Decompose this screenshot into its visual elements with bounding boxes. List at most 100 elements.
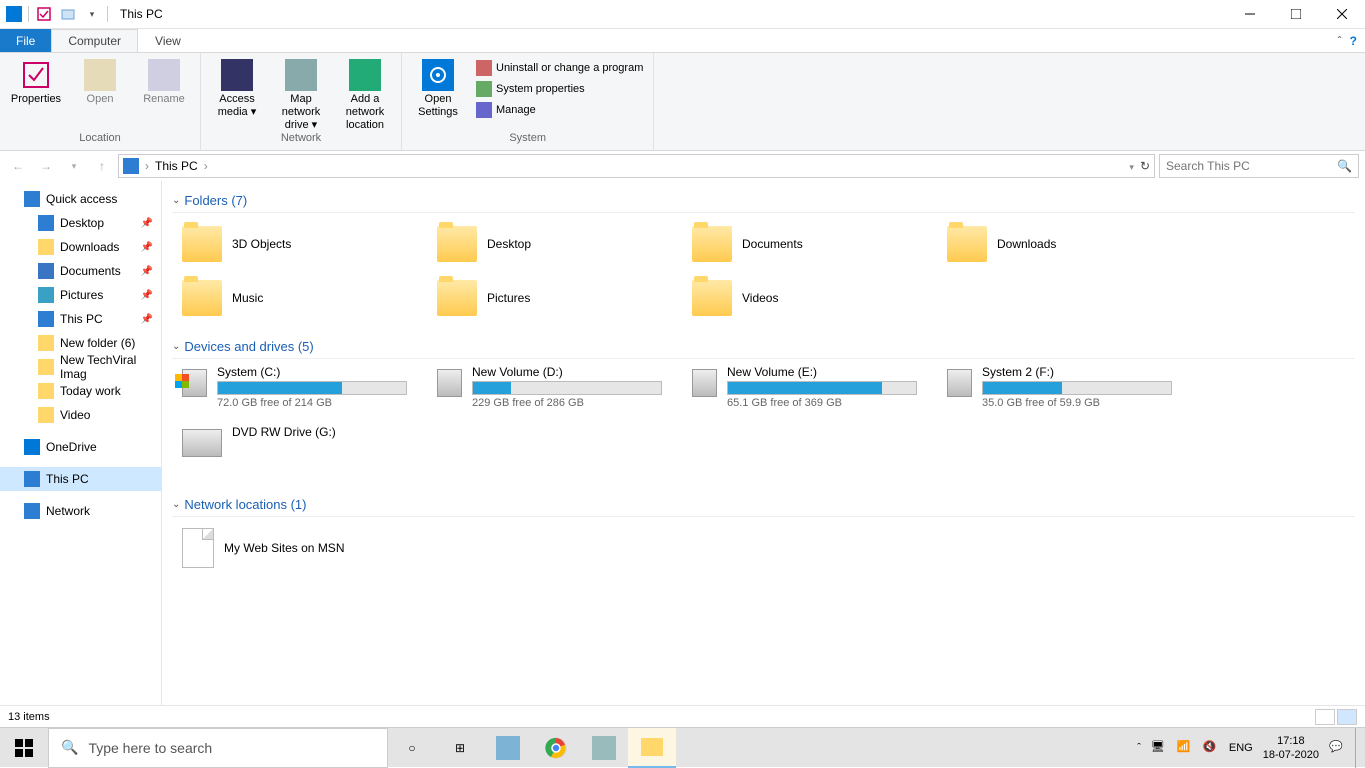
taskbar-chrome[interactable] <box>532 728 580 768</box>
tray-volume-icon[interactable]: 🔇 <box>1203 740 1219 756</box>
sidebar-pictures[interactable]: Pictures📌 <box>0 283 161 307</box>
cortana-button[interactable]: ○ <box>388 728 436 768</box>
qat-dropdown-icon[interactable]: ▾ <box>83 5 101 23</box>
window-title: This PC <box>120 7 163 21</box>
folder-icon <box>437 226 477 262</box>
sidebar-downloads[interactable]: Downloads📌 <box>0 235 161 259</box>
folder-item[interactable]: 3D Objects <box>172 219 427 269</box>
breadcrumb[interactable]: This PC <box>155 159 198 173</box>
uninstall-button[interactable]: Uninstall or change a program <box>472 59 647 77</box>
documents-icon <box>38 263 54 279</box>
address-dropdown-icon[interactable]: ▾ <box>1129 162 1134 172</box>
open-button[interactable]: Open <box>70 55 130 132</box>
up-button[interactable]: ↑ <box>90 154 114 178</box>
help-icon[interactable]: ? <box>1350 34 1357 48</box>
folder-label: Pictures <box>487 291 530 305</box>
taskbar-app-3[interactable] <box>580 728 628 768</box>
folder-item[interactable]: Videos <box>682 273 937 323</box>
recent-dropdown[interactable]: ▾ <box>62 154 86 178</box>
ribbon-collapse-icon[interactable]: ˆ <box>1338 34 1342 48</box>
desktop-icon <box>38 215 54 231</box>
tray-overflow-icon[interactable]: ˆ <box>1137 742 1141 754</box>
tray-clock[interactable]: 17:18 18-07-2020 <box>1263 734 1319 762</box>
taskbar-app-1[interactable] <box>484 728 532 768</box>
sidebar-desktop[interactable]: Desktop📌 <box>0 211 161 235</box>
manage-button[interactable]: Manage <box>472 101 647 119</box>
minimize-button[interactable] <box>1227 0 1273 29</box>
start-button[interactable] <box>0 728 48 768</box>
qat-properties-icon[interactable] <box>35 5 53 23</box>
drive-icon <box>437 369 462 397</box>
tab-view[interactable]: View <box>138 29 198 52</box>
sidebar-network[interactable]: Network <box>0 499 161 523</box>
sidebar-documents[interactable]: Documents📌 <box>0 259 161 283</box>
back-button[interactable]: ← <box>6 154 30 178</box>
folder-icon <box>437 280 477 316</box>
navbar: ← → ▾ ↑ › This PC › ▾↻ 🔍 <box>0 151 1365 181</box>
ribbon-body: Properties Open Rename Location Access m… <box>0 53 1365 151</box>
netloc-section-header[interactable]: ⌄Network locations (1) <box>172 493 1355 517</box>
drive-usage-bar <box>982 381 1172 395</box>
folder-item[interactable]: Desktop <box>427 219 682 269</box>
search-icon[interactable]: 🔍 <box>1337 159 1352 173</box>
access-media-button[interactable]: Access media ▾ <box>207 55 267 132</box>
tray-network-icon[interactable]: 📶 <box>1177 740 1193 756</box>
tiles-view-button[interactable] <box>1337 709 1357 725</box>
folder-label: Desktop <box>487 237 531 251</box>
notifications-icon[interactable]: 💬 <box>1329 740 1345 756</box>
network-location-item[interactable]: My Web Sites on MSN <box>172 523 1355 573</box>
maximize-button[interactable] <box>1273 0 1319 29</box>
tray-language[interactable]: ENG <box>1229 742 1253 754</box>
tab-computer[interactable]: Computer <box>51 29 138 52</box>
folder-item[interactable]: Downloads <box>937 219 1192 269</box>
open-settings-button[interactable]: Open Settings <box>408 55 468 132</box>
close-button[interactable] <box>1319 0 1365 29</box>
folders-section-header[interactable]: ⌄Folders (7) <box>172 189 1355 213</box>
taskbar-explorer[interactable] <box>628 728 676 768</box>
refresh-button[interactable]: ↻ <box>1140 159 1150 173</box>
onedrive-icon <box>24 439 40 455</box>
tray-monitor-icon[interactable]: 🖥 <box>1151 740 1167 756</box>
show-desktop-button[interactable] <box>1355 728 1361 768</box>
task-view-button[interactable]: ⊞ <box>436 728 484 768</box>
system-properties-button[interactable]: System properties <box>472 80 647 98</box>
drive-item[interactable]: New Volume (E:)65.1 GB free of 369 GB <box>682 365 937 421</box>
drive-item[interactable]: DVD RW Drive (G:) <box>172 425 427 481</box>
chevron-down-icon: ⌄ <box>172 341 180 352</box>
sidebar-new-techviral[interactable]: New TechViral Imag <box>0 355 161 379</box>
drive-item[interactable]: New Volume (D:)229 GB free of 286 GB <box>427 365 682 421</box>
forward-button[interactable]: → <box>34 154 58 178</box>
properties-button[interactable]: Properties <box>6 55 66 132</box>
search-input[interactable] <box>1166 159 1337 173</box>
folder-item[interactable]: Documents <box>682 219 937 269</box>
address-bar[interactable]: › This PC › ▾↻ <box>118 154 1155 178</box>
tab-file[interactable]: File <box>0 29 51 52</box>
drives-section-header[interactable]: ⌄Devices and drives (5) <box>172 335 1355 359</box>
folder-item[interactable]: Music <box>172 273 427 323</box>
search-placeholder: Type here to search <box>88 740 212 756</box>
sidebar-today-work[interactable]: Today work <box>0 379 161 403</box>
sidebar-video[interactable]: Video <box>0 403 161 427</box>
sidebar-quick-access[interactable]: Quick access <box>0 187 161 211</box>
sidebar-this-pc[interactable]: This PC📌 <box>0 307 161 331</box>
sidebar-this-pc-selected[interactable]: This PC <box>0 467 161 491</box>
map-drive-button[interactable]: Map network drive ▾ <box>271 55 331 132</box>
sidebar-new-folder[interactable]: New folder (6) <box>0 331 161 355</box>
drive-free-text: 72.0 GB free of 214 GB <box>217 397 407 409</box>
qat-newfolder-icon[interactable] <box>59 5 77 23</box>
rename-button[interactable]: Rename <box>134 55 194 132</box>
folder-icon <box>182 280 222 316</box>
drive-item[interactable]: System (C:)72.0 GB free of 214 GB <box>172 365 427 421</box>
sidebar-onedrive[interactable]: OneDrive <box>0 435 161 459</box>
pc-icon <box>24 471 40 487</box>
pin-icon: 📌 <box>141 218 153 229</box>
folder-label: Documents <box>742 237 803 251</box>
taskbar-search[interactable]: 🔍 Type here to search <box>48 728 388 768</box>
file-icon <box>182 528 214 568</box>
pin-icon: 📌 <box>141 290 153 301</box>
drive-item[interactable]: System 2 (F:)35.0 GB free of 59.9 GB <box>937 365 1192 421</box>
details-view-button[interactable] <box>1315 709 1335 725</box>
search-box[interactable]: 🔍 <box>1159 154 1359 178</box>
add-location-button[interactable]: Add a network location <box>335 55 395 132</box>
folder-item[interactable]: Pictures <box>427 273 682 323</box>
